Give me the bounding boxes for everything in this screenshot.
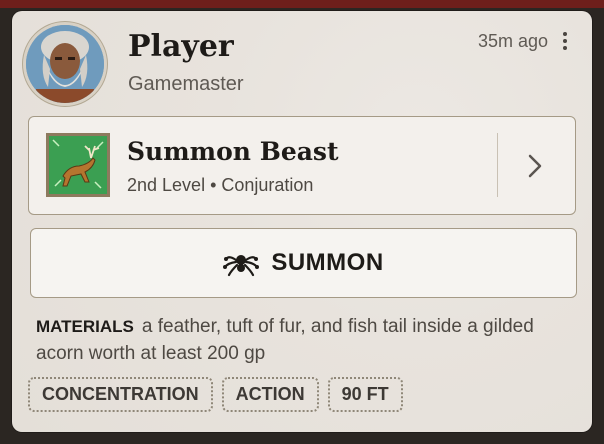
spell-meta: 2nd Level • Conjuration [127,175,314,195]
avatar[interactable] [26,25,104,103]
materials: MATERIALS a feather, tuft of fur, and fis… [36,313,566,367]
window-top-strip [0,0,604,8]
tag-action: ACTION [221,377,319,412]
summon-button[interactable]: SUMMON [30,228,577,298]
chevron-right-icon[interactable] [523,151,547,181]
more-options-icon[interactable] [556,29,574,53]
summon-label: SUMMON [271,249,384,276]
spell-divider [497,133,498,197]
spell-name: Summon Beast [127,137,339,166]
materials-label: MATERIALS [36,317,134,336]
chat-message-card: Player Gamemaster 35m ago Summon Beast 2… [12,11,592,432]
tag-concentration: CONCENTRATION [28,377,213,412]
spell-item[interactable]: Summon Beast 2nd Level • Conjuration [28,116,576,215]
message-timestamp: 35m ago [477,31,548,51]
bearded-sage-portrait-icon [26,25,104,103]
player-role: Gamemaster [128,73,244,95]
leaping-deer-icon [46,133,110,197]
spell-tags: CONCENTRATION ACTION 90 FT [28,377,403,412]
message-header: Player Gamemaster 35m ago [26,25,578,105]
tag-range: 90 FT [327,377,403,412]
player-name: Player [128,29,234,64]
spider-summon-icon [223,255,260,277]
